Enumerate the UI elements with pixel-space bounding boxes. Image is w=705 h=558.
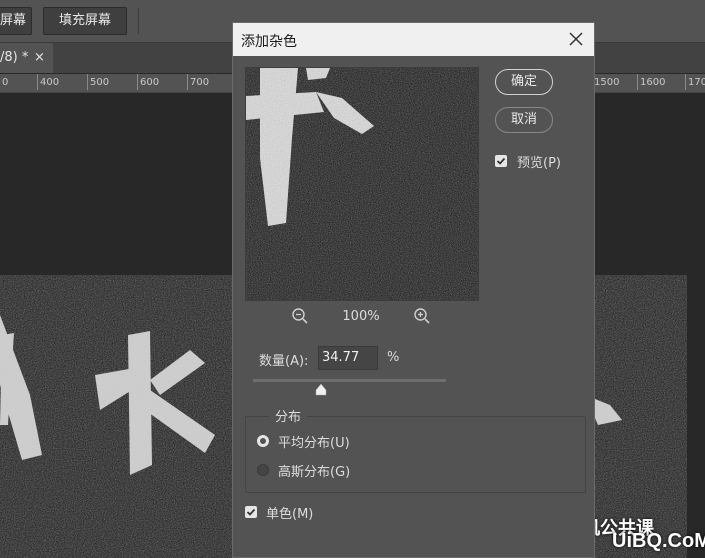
fit-screen-button[interactable]: 屏幕	[0, 7, 32, 35]
toolbar-divider	[138, 8, 139, 34]
amount-slider-track[interactable]	[253, 379, 446, 382]
ruler-label: 1500	[590, 74, 620, 90]
cancel-button[interactable]: 取消	[495, 107, 553, 133]
checkmark-icon	[246, 508, 256, 516]
uniform-radio[interactable]	[257, 435, 269, 447]
zoom-in-icon[interactable]	[413, 307, 431, 325]
ruler-label: 600	[136, 74, 160, 90]
ruler-label: 500	[86, 74, 110, 90]
amount-slider-handle[interactable]	[315, 384, 327, 396]
filter-preview[interactable]	[245, 67, 479, 301]
amount-unit: %	[387, 350, 400, 365]
tab-close-icon[interactable]: ×	[34, 43, 45, 73]
document-tab[interactable]: /8) * ×	[0, 43, 53, 73]
distribution-legend: 分布	[269, 406, 308, 425]
checkmark-icon	[496, 157, 506, 165]
gaussian-radio[interactable]	[257, 464, 269, 476]
preview-checkbox[interactable]	[495, 155, 507, 167]
fill-screen-button[interactable]: 填充屏幕	[43, 7, 127, 35]
preview-label: 预览(P)	[517, 156, 561, 171]
close-icon[interactable]	[566, 29, 586, 49]
zoom-level: 100%	[342, 309, 380, 324]
monochromatic-checkbox[interactable]	[245, 506, 257, 518]
ruler-label: 1600	[636, 74, 666, 90]
amount-label: 数量(A):	[259, 354, 309, 369]
monochromatic-label: 单色(M)	[266, 507, 314, 522]
dialog-title: 添加杂色	[241, 34, 297, 50]
ruler-label: 700	[186, 74, 210, 90]
ruler-label: 0	[2, 77, 9, 88]
watermark-logo: UiBQ.CoM	[612, 530, 705, 552]
zoom-out-icon[interactable]	[291, 307, 309, 325]
distribution-group	[245, 416, 586, 493]
amount-input[interactable]	[318, 346, 378, 370]
ruler-label: 1700	[684, 74, 705, 90]
ruler-label: 400	[36, 74, 60, 90]
dialog-titlebar[interactable]: 添加杂色	[233, 23, 594, 56]
uniform-label: 平均分布(U)	[278, 436, 350, 451]
document-tab-title: /8) *	[0, 50, 29, 65]
ok-button[interactable]: 确定	[495, 69, 553, 95]
add-noise-dialog: 添加杂色 100% 确定 取消 预览(P) 数量(A): 34.77 % 分布 …	[232, 22, 595, 558]
gaussian-label: 高斯分布(G)	[278, 465, 351, 480]
